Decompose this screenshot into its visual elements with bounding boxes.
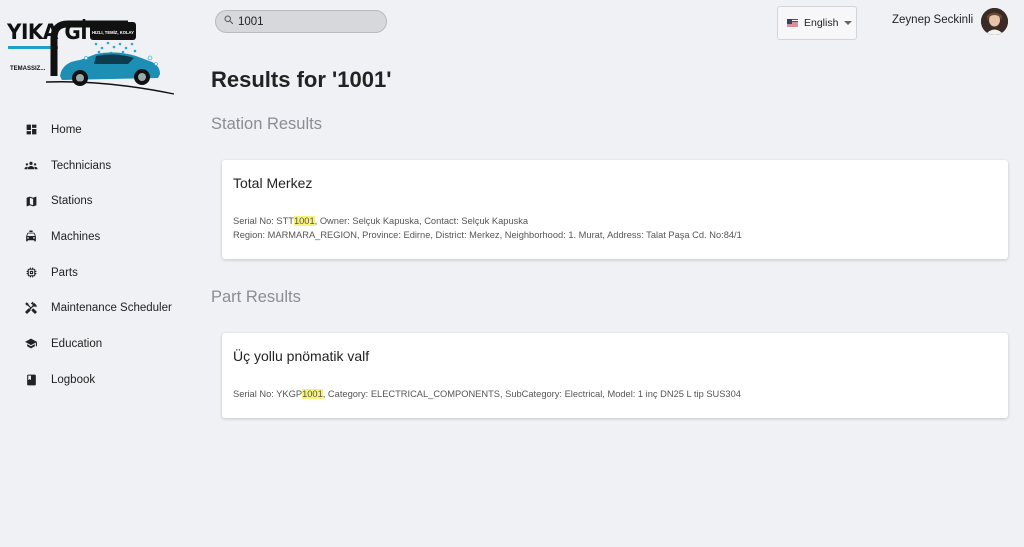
sidebar-item-education[interactable]: Education xyxy=(0,326,195,362)
sidebar-item-logbook[interactable]: Logbook xyxy=(0,362,195,398)
sidebar-nav: Home Technicians Stations Machines Parts xyxy=(0,112,195,398)
page-title: Results for '1001' xyxy=(211,67,392,92)
search-highlight: 1001 xyxy=(302,389,323,399)
logo-sign: HIZLI, TEMİZ, KOLAY xyxy=(92,30,134,35)
station-title: Total Merkez xyxy=(233,175,313,191)
part-title: Üç yollu pnömatik valf xyxy=(233,348,370,364)
sidebar-item-label: Parts xyxy=(51,266,78,279)
language-select[interactable]: English xyxy=(777,6,857,40)
avatar[interactable] xyxy=(981,8,1008,35)
language-label: English xyxy=(804,17,839,29)
sidebar-item-label: Maintenance Scheduler xyxy=(51,302,172,315)
sidebar-item-home[interactable]: Home xyxy=(0,112,195,148)
yika-git-logo[interactable]: YIKA GİT TEMASSIZ... HIZLI, TEMİZ, KOLAY xyxy=(6,14,181,96)
sidebar-item-stations[interactable]: Stations xyxy=(0,183,195,219)
sidebar-item-label: Technicians xyxy=(51,159,112,172)
search-highlight: 1001 xyxy=(293,216,315,226)
search-bar[interactable] xyxy=(215,10,387,33)
sidebar-item-label: Logbook xyxy=(51,373,96,386)
logo-tagline: TEMASSIZ... xyxy=(10,66,46,72)
station-results-heading: Station Results xyxy=(211,115,322,133)
station-detail-line-1: Serial No: STT1001, Owner: Selçuk Kapusk… xyxy=(233,216,528,226)
groups-icon xyxy=(24,159,38,173)
sidebar-item-label: Stations xyxy=(51,195,93,208)
serial-prefix: Serial No: YKGP xyxy=(233,389,303,399)
us-flag-icon xyxy=(787,19,798,27)
car-wash-illustration: HIZLI, TEMİZ, KOLAY xyxy=(46,20,175,95)
serial-prefix: Serial No: STT xyxy=(233,216,294,226)
part-detail-line: Serial No: YKGP1001, Category: ELECTRICA… xyxy=(233,389,741,399)
sidebar-item-label: Machines xyxy=(51,230,101,243)
station-owner-contact: , Owner: Selçuk Kapuska, Contact: Selçuk… xyxy=(314,216,529,226)
tools-icon xyxy=(24,301,38,315)
sidebar-item-technicians[interactable]: Technicians xyxy=(0,148,195,184)
chevron-down-icon xyxy=(844,21,853,25)
sidebar-item-maintenance-scheduler[interactable]: Maintenance Scheduler xyxy=(0,290,195,326)
sidebar-item-machines[interactable]: Machines xyxy=(0,219,195,255)
memory-chip-icon xyxy=(24,266,38,280)
part-results-heading: Part Results xyxy=(211,288,301,306)
sidebar-item-label: Home xyxy=(51,123,82,136)
part-result-card[interactable]: Üç yollu pnömatik valf Serial No: YKGP10… xyxy=(222,333,1008,418)
map-icon xyxy=(24,194,38,208)
car-icon xyxy=(24,230,38,244)
book-icon xyxy=(24,373,38,387)
school-cap-icon xyxy=(24,337,38,351)
search-input[interactable] xyxy=(238,15,378,28)
dashboard-icon xyxy=(24,123,38,137)
station-detail-line-2: Region: MARMARA_REGION, Province: Edirne… xyxy=(233,230,742,240)
sidebar-item-parts[interactable]: Parts xyxy=(0,255,195,291)
part-category-model: , Category: ELECTRICAL_COMPONENTS, SubCa… xyxy=(322,389,741,399)
search-icon xyxy=(223,13,235,31)
station-result-card[interactable]: Total Merkez Serial No: STT1001, Owner: … xyxy=(222,160,1008,259)
sidebar: YIKA GİT TEMASSIZ... HIZLI, TEMİZ, KOLAY xyxy=(0,0,195,547)
user-name: Zeynep Seckinli xyxy=(892,14,974,26)
sidebar-item-label: Education xyxy=(51,337,103,350)
